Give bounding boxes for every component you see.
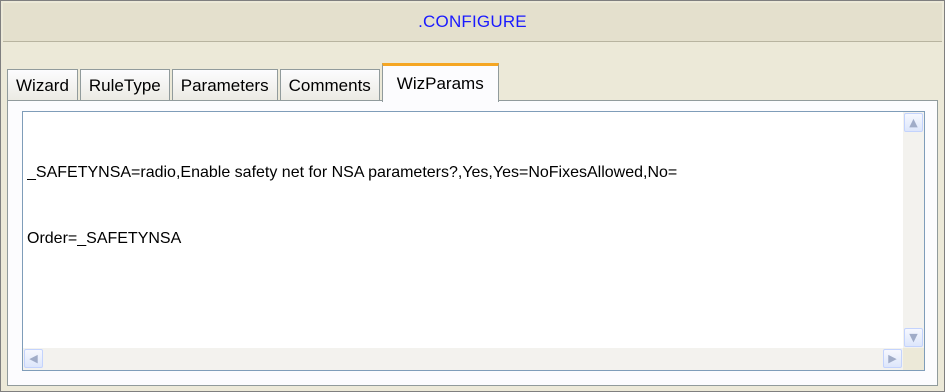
tab-label: Parameters [180,75,269,95]
configure-window: .CONFIGURE Wizard RuleType Parameters Co… [0,0,945,392]
tab-label: WizParams [396,74,484,93]
tab-comments[interactable]: Comments [279,69,380,101]
tab-ruletype[interactable]: RuleType [79,69,170,101]
horizontal-scrollbar[interactable]: ◀ ▶ [23,348,903,370]
tab-parameters[interactable]: Parameters [171,69,278,101]
scrollbar-corner [903,348,924,370]
wizparams-text-editor[interactable]: _SAFETYNSA=radio,Enable safety net for N… [22,111,925,371]
vertical-scrollbar[interactable]: ▲ ▼ [903,112,924,348]
chevron-left-icon: ◀ [29,352,38,365]
editor-content[interactable]: _SAFETYNSA=radio,Enable safety net for N… [27,118,900,294]
tab-label: Wizard [16,75,69,95]
scroll-left-button[interactable]: ◀ [24,349,43,368]
window-title: .CONFIGURE [418,12,527,31]
editor-line: Order=_SAFETYNSA [27,230,182,247]
tab-strip: Wizard RuleType Parameters Comments WizP… [7,61,501,102]
chevron-down-icon: ▼ [909,331,918,344]
scroll-right-button[interactable]: ▶ [883,349,902,368]
tab-label: Comments [288,75,371,95]
editor-line: _SAFETYNSA=radio,Enable safety net for N… [27,164,678,181]
tab-panel: _SAFETYNSA=radio,Enable safety net for N… [7,100,938,386]
tab-label: RuleType [88,75,161,95]
chevron-right-icon: ▶ [888,352,897,365]
tab-wizparams[interactable]: WizParams [381,63,499,102]
scroll-up-button[interactable]: ▲ [904,113,923,132]
tab-wizard[interactable]: Wizard [7,69,78,101]
title-bar: .CONFIGURE [3,3,942,42]
scroll-down-button[interactable]: ▼ [904,328,923,347]
chevron-up-icon: ▲ [909,116,918,129]
